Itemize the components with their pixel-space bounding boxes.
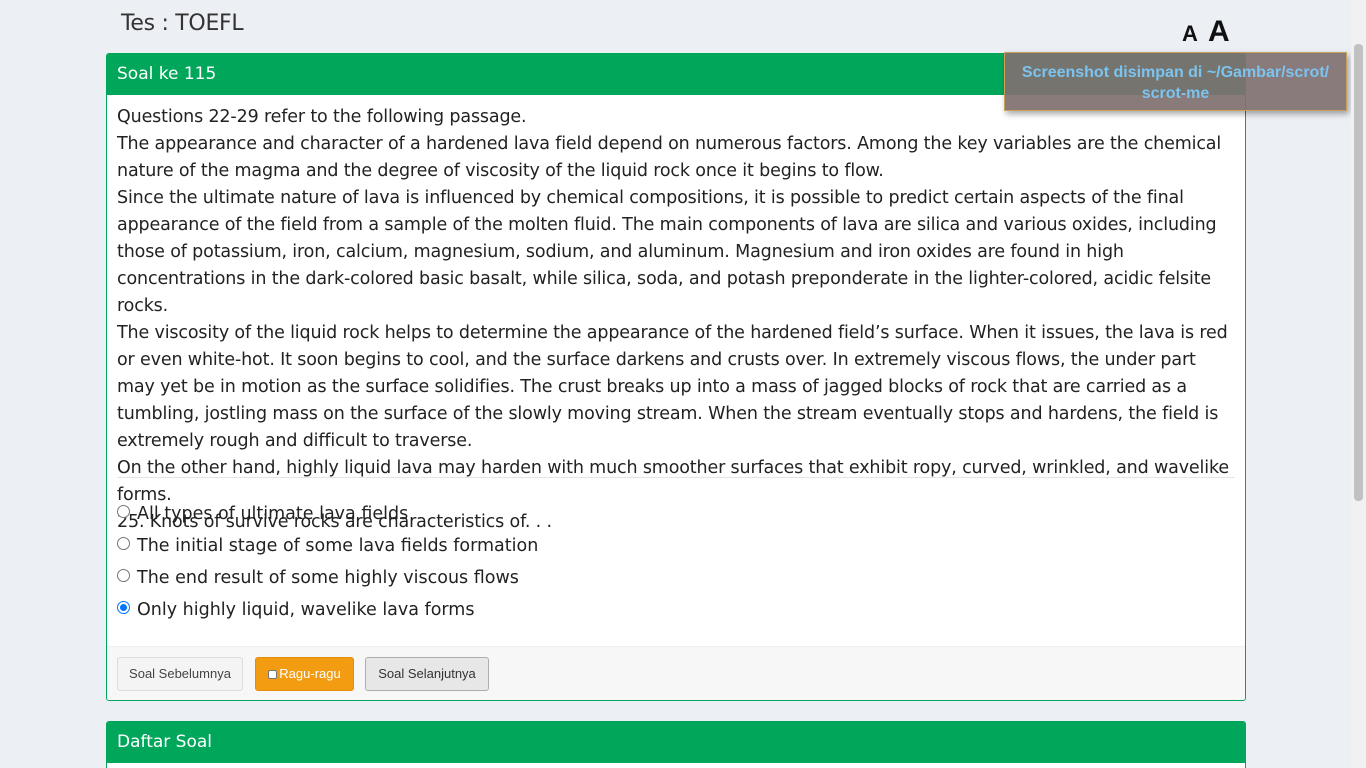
doubt-label: Ragu-ragu [279,666,341,681]
notification-line-1: Screenshot disimpan di ~/Gambar/scrot/ [1021,64,1330,81]
question-card: Soal ke 115 Questions 22-29 refer to the… [106,53,1246,701]
answer-option-c[interactable]: The end result of some highly viscous fl… [117,562,538,594]
font-size-decrease-button[interactable]: A [1182,21,1198,47]
font-size-increase-button[interactable]: A [1208,15,1230,49]
question-list-card: Daftar Soal [106,721,1246,768]
radio-button-selected[interactable] [117,600,130,614]
answer-options: All types of ultimate lava fields The in… [117,498,538,626]
passage: Questions 22-29 refer to the following p… [107,95,1245,536]
answer-option-d[interactable]: Only highly liquid, wavelike lava forms [117,594,538,626]
question-footer: Soal Sebelumnya Ragu-ragu Soal Selanjutn… [107,646,1245,700]
passage-paragraph-3: The viscosity of the liquid rock helps t… [117,323,1228,451]
answer-option-a[interactable]: All types of ultimate lava fields [117,498,538,530]
screenshot-notification: Screenshot disimpan di ~/Gambar/scrot/ s… [1004,52,1347,111]
option-label: All types of ultimate lava fields [137,504,409,524]
notification-line-2: scrot-me [1141,85,1210,102]
previous-question-button[interactable]: Soal Sebelumnya [117,657,243,691]
divider [117,477,1235,478]
doubt-checkbox[interactable] [268,670,278,679]
next-question-button[interactable]: Soal Selanjutnya [365,657,489,691]
test-title: Tes : TOEFL [121,11,244,36]
scrollbar[interactable] [1351,0,1366,768]
option-label: The end result of some highly viscous fl… [137,568,519,588]
option-label: Only highly liquid, wavelike lava forms [137,600,475,620]
question-list-header: Daftar Soal [107,722,1245,763]
radio-button[interactable] [117,504,130,518]
scrollbar-thumb[interactable] [1354,44,1363,501]
radio-button[interactable] [117,536,130,550]
doubt-button[interactable]: Ragu-ragu [255,657,354,691]
passage-paragraph-2: Since the ultimate nature of lava is inf… [117,188,1217,316]
answer-option-b[interactable]: The initial stage of some lava fields fo… [117,530,538,562]
page: Tes : TOEFL A A Soal ke 115 Questions 22… [0,0,1366,768]
radio-button[interactable] [117,568,130,582]
option-label: The initial stage of some lava fields fo… [137,536,539,556]
passage-paragraph-1: The appearance and character of a harden… [117,134,1222,181]
